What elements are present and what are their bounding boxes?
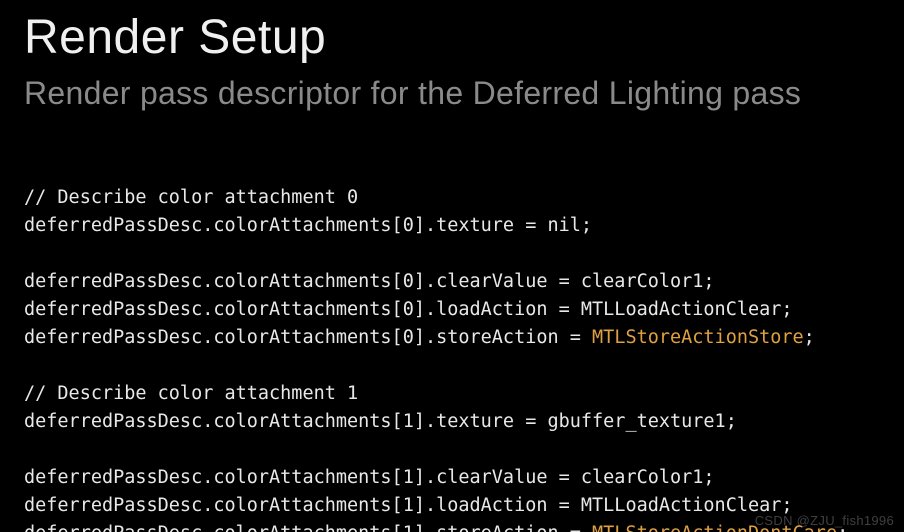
code-block: // Describe color attachment 0 deferredP… <box>24 156 880 532</box>
code-highlight: MTLStoreActionStore <box>592 327 804 348</box>
code-line: deferredPassDesc.colorAttachments[1].sto… <box>24 523 848 532</box>
watermark-text: CSDN @ZJU_fish1996 <box>755 513 894 528</box>
code-line: deferredPassDesc.colorAttachments[1].cle… <box>24 467 715 488</box>
code-line: deferredPassDesc.colorAttachments[0].cle… <box>24 271 715 292</box>
code-line: // Describe color attachment 0 <box>24 187 358 208</box>
code-line: deferredPassDesc.colorAttachments[1].loa… <box>24 495 793 516</box>
code-line: deferredPassDesc.colorAttachments[0].sto… <box>24 327 815 348</box>
code-line: deferredPassDesc.colorAttachments[1].tex… <box>24 411 737 432</box>
code-line: deferredPassDesc.colorAttachments[0].tex… <box>24 215 592 236</box>
slide-render-setup: Render Setup Render pass descriptor for … <box>0 0 904 532</box>
code-line: // Describe color attachment 1 <box>24 383 358 404</box>
slide-title: Render Setup <box>24 12 880 65</box>
code-line: deferredPassDesc.colorAttachments[0].loa… <box>24 299 793 320</box>
slide-subtitle: Render pass descriptor for the Deferred … <box>24 75 880 112</box>
